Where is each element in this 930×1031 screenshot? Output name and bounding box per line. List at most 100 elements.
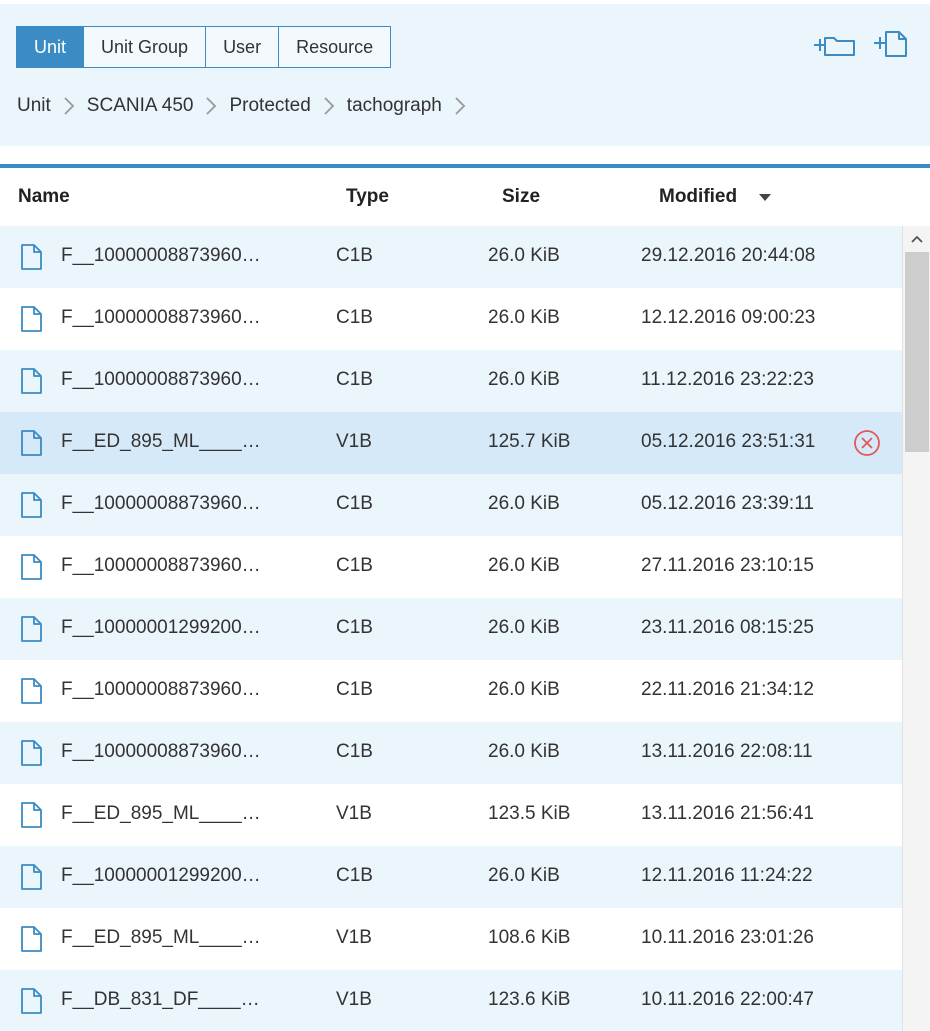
file-type: C1B (336, 865, 373, 886)
table-row[interactable]: F__ED_895_ML____… V1B 125.7 KiB 05.12.2016 … (0, 412, 902, 474)
file-type: C1B (336, 369, 373, 390)
file-name: F__10000001299200… (61, 865, 261, 886)
table-row[interactable]: F__10000008873960… C1B 26.0 KiB 29.12.2016 … (0, 226, 902, 288)
file-icon (19, 987, 43, 1015)
tab-user[interactable]: User (206, 27, 280, 67)
sort-descending-icon (758, 186, 772, 208)
file-name: F__10000008873960… (61, 307, 261, 328)
file-icon (19, 863, 43, 891)
table-row[interactable]: F__10000008873960… C1B 26.0 KiB 13.11.2016 … (0, 722, 902, 784)
add-folder-icon[interactable] (812, 28, 856, 62)
file-name: F__10000008873960… (61, 679, 261, 700)
file-modified: 10.11.2016 23:01:26 (641, 927, 814, 948)
file-type: C1B (336, 493, 373, 514)
table-header: Name Type Size Modified (0, 168, 930, 226)
top-panel: Unit Unit Group User Resource Unit SCANI… (0, 4, 930, 146)
file-type: V1B (336, 431, 372, 452)
chevron-right-icon (448, 94, 472, 118)
breadcrumb-item-unit[interactable]: Unit (17, 95, 51, 117)
table-row[interactable]: F__10000008873960… C1B 26.0 KiB 27.11.2016 … (0, 536, 902, 598)
table-row[interactable]: F__10000008873960… C1B 26.0 KiB 05.12.2016 … (0, 474, 902, 536)
file-name: F__10000008873960… (61, 493, 261, 514)
table-row[interactable]: F__10000008873960… C1B 26.0 KiB 22.11.2016 … (0, 660, 902, 722)
file-type: C1B (336, 245, 373, 266)
add-file-icon[interactable] (872, 28, 916, 62)
file-icon (19, 367, 43, 395)
file-size: 26.0 KiB (488, 307, 560, 328)
table-row[interactable]: F__DB_831_DF____… V1B 123.6 KiB 10.11.2016 … (0, 970, 902, 1031)
file-icon (19, 429, 43, 457)
column-header-modified-label: Modified (659, 186, 738, 208)
file-name: F__DB_831_DF____… (61, 989, 260, 1010)
file-icon (19, 243, 43, 271)
column-header-modified[interactable]: Modified (659, 186, 772, 208)
file-size: 123.6 KiB (488, 989, 571, 1010)
column-header-type[interactable]: Type (346, 186, 389, 208)
file-type: C1B (336, 741, 373, 762)
file-icon (19, 739, 43, 767)
file-modified: 23.11.2016 08:15:25 (641, 617, 814, 638)
file-size: 26.0 KiB (488, 865, 560, 886)
file-type: C1B (336, 617, 373, 638)
file-icon (19, 677, 43, 705)
file-size: 26.0 KiB (488, 555, 560, 576)
file-modified: 22.11.2016 21:34:12 (641, 679, 814, 700)
table-row[interactable]: F__10000008873960… C1B 26.0 KiB 11.12.2016 … (0, 350, 902, 412)
file-name: F__10000008873960… (61, 741, 261, 762)
tab-unit[interactable]: Unit (17, 27, 85, 67)
file-modified: 10.11.2016 22:00:47 (641, 989, 814, 1010)
file-size: 26.0 KiB (488, 617, 560, 638)
tab-resource[interactable]: Resource (279, 27, 391, 67)
file-size: 125.7 KiB (488, 431, 571, 452)
file-size: 26.0 KiB (488, 679, 560, 700)
file-modified: 13.11.2016 22:08:11 (641, 741, 813, 762)
table-row[interactable]: F__10000001299200… C1B 26.0 KiB 23.11.2016 … (0, 598, 902, 660)
file-modified: 27.11.2016 23:10:15 (641, 555, 814, 576)
file-name: F__ED_895_ML____… (61, 927, 261, 948)
file-size: 26.0 KiB (488, 493, 560, 514)
breadcrumb-item-tachograph[interactable]: tachograph (347, 95, 442, 117)
file-modified: 05.12.2016 23:51:31 (641, 431, 816, 452)
scrollbar-thumb[interactable] (905, 252, 929, 452)
file-modified: 12.12.2016 09:00:23 (641, 307, 816, 328)
view-tabs: Unit Unit Group User Resource (16, 26, 392, 68)
breadcrumb-item-scania-450[interactable]: SCANIA 450 (87, 95, 194, 117)
file-list: F__10000008873960… C1B 26.0 KiB 29.12.2016 … (0, 226, 902, 1031)
file-type: V1B (336, 803, 372, 824)
file-modified: 11.12.2016 23:22:23 (641, 369, 814, 390)
tab-unit-group[interactable]: Unit Group (84, 27, 207, 67)
file-name: F__ED_895_ML____… (61, 803, 261, 824)
table-row[interactable]: F__10000001299200… C1B 26.0 KiB 12.11.2016 … (0, 846, 902, 908)
column-header-name[interactable]: Name (18, 186, 70, 208)
file-modified: 13.11.2016 21:56:41 (641, 803, 814, 824)
scroll-up-arrow-icon[interactable] (903, 226, 930, 252)
file-name: F__10000008873960… (61, 555, 261, 576)
file-name: F__10000008873960… (61, 245, 261, 266)
file-modified: 29.12.2016 20:44:08 (641, 245, 816, 266)
chevron-right-icon (57, 94, 81, 118)
column-header-size[interactable]: Size (502, 186, 540, 208)
file-icon (19, 305, 43, 333)
table-row[interactable]: F__ED_895_ML____… V1B 123.5 KiB 13.11.2016 … (0, 784, 902, 846)
file-icon (19, 801, 43, 829)
file-type: V1B (336, 927, 372, 948)
table-row[interactable]: F__10000008873960… C1B 26.0 KiB 12.12.2016 … (0, 288, 902, 350)
file-name: F__10000008873960… (61, 369, 261, 390)
file-type: C1B (336, 307, 373, 328)
file-type: C1B (336, 555, 373, 576)
file-type: C1B (336, 679, 373, 700)
file-size: 123.5 KiB (488, 803, 571, 824)
file-icon (19, 491, 43, 519)
breadcrumb-item-protected[interactable]: Protected (229, 95, 310, 117)
file-size: 26.0 KiB (488, 369, 560, 390)
file-modified: 12.11.2016 11:24:22 (641, 865, 813, 886)
file-icon (19, 925, 43, 953)
vertical-scrollbar[interactable] (902, 226, 930, 1031)
file-name: F__10000001299200… (61, 617, 261, 638)
file-modified: 05.12.2016 23:39:11 (641, 493, 814, 514)
delete-icon[interactable] (853, 429, 881, 457)
table-row[interactable]: F__ED_895_ML____… V1B 108.6 KiB 10.11.2016 … (0, 908, 902, 970)
file-icon (19, 615, 43, 643)
file-type: V1B (336, 989, 372, 1010)
file-name: F__ED_895_ML____… (61, 431, 261, 452)
